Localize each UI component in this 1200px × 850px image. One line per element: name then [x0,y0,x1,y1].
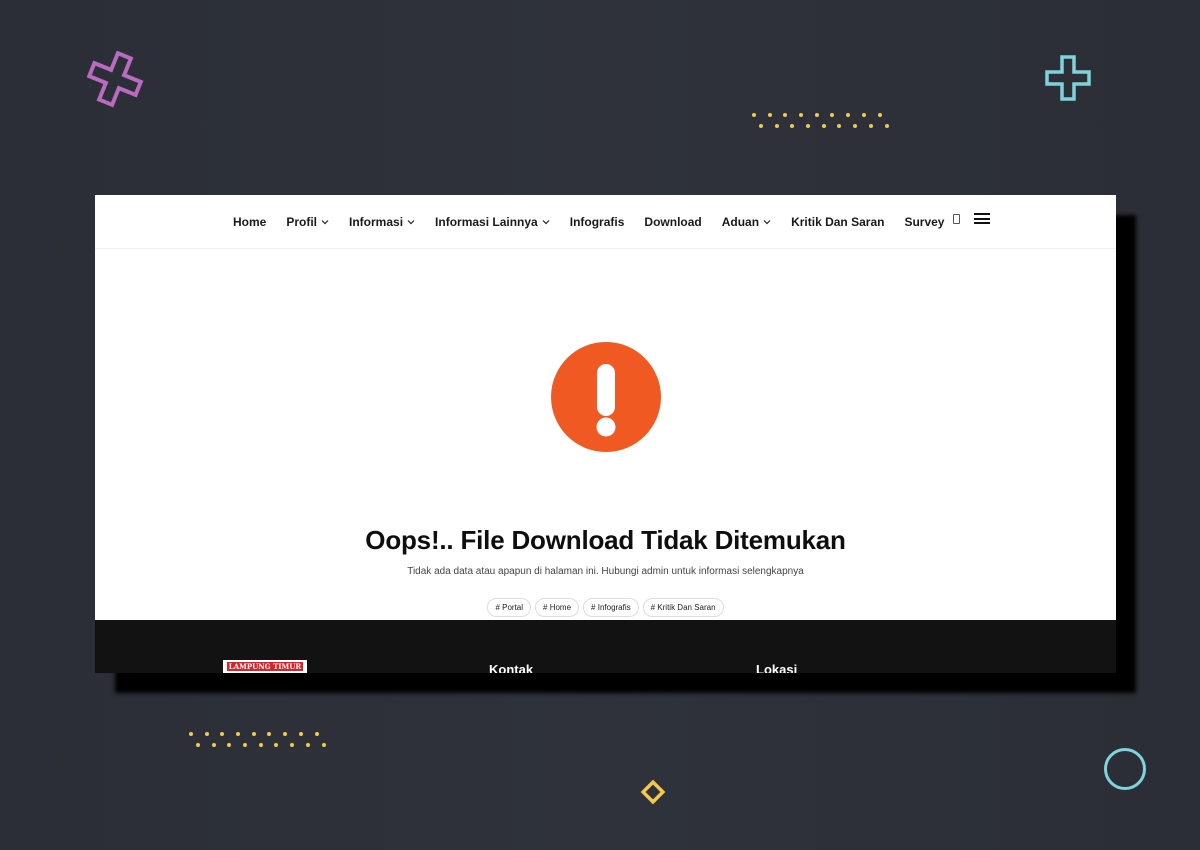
error-message: Tidak ada data atau apapun di halaman in… [407,566,804,577]
nav-item-label: Informasi Lainnya [435,214,538,229]
footer-heading-lokasi: Lokasi [756,662,798,673]
nav-item-profil[interactable]: Profil [286,215,329,229]
dots-decoration-top [752,113,889,128]
exclamation-circle-icon [551,342,661,452]
nav-item-informasi[interactable]: Informasi [349,215,415,229]
nav-item-aduan[interactable]: Aduan [722,215,771,229]
nav-tools [953,213,990,224]
footer-heading-kontak: Kontak [489,662,534,673]
tag-home[interactable]: # Home [535,598,580,617]
nav-item-label: Profil [286,214,318,229]
chevron-down-icon [763,219,771,224]
nav-item-label: Download [644,214,702,229]
nav-item-kritik-dan-saran[interactable]: Kritik Dan Saran [791,215,884,229]
tag-list: # Portal # Home # Infografis # Kritik Da… [95,598,1116,617]
nav-item-informasi-lainnya[interactable]: Informasi Lainnya [435,215,550,229]
footer-logo[interactable]: LAMPUNG TIMUR [223,660,307,673]
nav-item-label: Aduan [721,214,760,229]
tag-kritik-dan-saran[interactable]: # Kritik Dan Saran [642,598,724,617]
tag-infografis[interactable]: # Infografis [583,598,639,617]
nav-item-label: Informasi [349,214,404,229]
tag-portal[interactable]: # Portal [487,598,532,617]
footer: LAMPUNG TIMUR Kontak Lokasi [95,620,1116,673]
cyan-cross-decoration [1045,55,1091,101]
nav-item-label: Infografis [569,214,625,229]
nav-item-label: Home [233,214,267,229]
nav-item-label: Kritik Dan Saran [791,214,885,229]
dots-decoration-bottom [189,732,326,747]
nav-item-survey[interactable]: Survey [904,215,944,229]
navbar: Home Profil Informasi Informasi Lainnya Info… [95,195,1116,249]
error-title: Oops!.. File Download Tidak Ditemukan [365,525,846,555]
nav-item-infografis[interactable]: Infografis [570,215,625,229]
nav-item-label: Survey [904,214,945,229]
search-icon[interactable] [953,213,960,224]
website-frame: Home Profil Informasi Informasi Lainnya Info… [95,195,1116,673]
nav-item-download[interactable]: Download [644,215,701,229]
chevron-down-icon [542,219,550,224]
chevron-down-icon [321,219,329,224]
nav-menu: Home Profil Informasi Informasi Lainnya Info… [233,195,964,248]
pink-cross-decoration [86,50,144,108]
footer-logo-text: LAMPUNG TIMUR [227,662,303,671]
chevron-down-icon [407,219,415,224]
error-content: Oops!.. File Download Tidak Ditemukan Ti… [95,249,1116,621]
hamburger-menu-icon[interactable] [974,213,990,224]
yellow-diamond-decoration [640,779,666,805]
nav-item-home[interactable]: Home [233,215,266,229]
cyan-circle-decoration [1104,748,1146,790]
